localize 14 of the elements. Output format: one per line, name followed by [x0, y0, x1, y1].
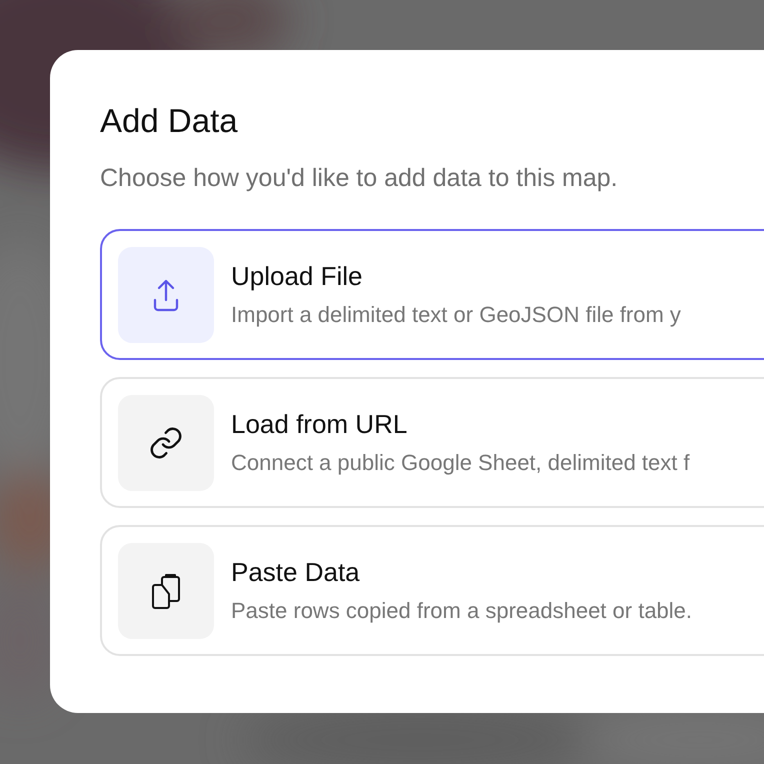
option-title: Paste Data: [231, 556, 360, 586]
option-card[interactable]: Upload File Import a delimited text or GeoJSON file from y: [100, 229, 764, 360]
option-title: Load from URL: [231, 408, 408, 438]
option-card[interactable]: Load from URL Connect a public Google Sheet, delimited text f: [100, 377, 764, 508]
dialog-subtitle: Choose how you'd like to add data to this map.: [100, 163, 619, 193]
option-description: Paste rows copied from a spreadsheet or table.: [231, 596, 692, 624]
link-icon: [148, 424, 184, 460]
upload-icon: [153, 278, 179, 312]
clipboard-icon: [150, 572, 182, 608]
dialog-title: Add Data: [100, 101, 239, 141]
option-description: Connect a public Google Sheet, delimited text f: [231, 448, 690, 476]
option-description: Import a delimited text or GeoJSON file from y: [231, 300, 681, 328]
option-card[interactable]: Paste Data Paste rows copied from a spreadsheet or table.: [100, 525, 764, 656]
option-title: Upload File: [231, 260, 363, 290]
